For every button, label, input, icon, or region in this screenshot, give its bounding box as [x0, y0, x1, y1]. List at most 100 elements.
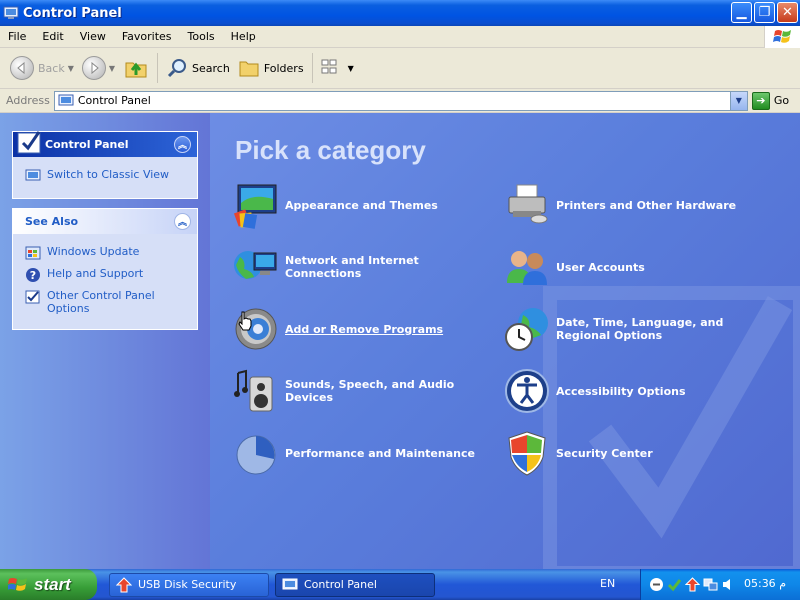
- see-also-title: See Also: [25, 215, 79, 228]
- taskbar-item-usb-disk-security[interactable]: USB Disk Security: [109, 572, 269, 597]
- restore-icon: ❐: [758, 5, 771, 20]
- menu-file[interactable]: File: [0, 30, 34, 43]
- toolbar: Back ▼ ▼ Search Folders ▼: [0, 48, 800, 89]
- printer-icon: [508, 184, 548, 224]
- category-label: Appearance and Themes: [285, 198, 438, 212]
- back-label: Back: [38, 61, 65, 75]
- control-panel-icon: [25, 169, 41, 181]
- taskbar-item-label: USB Disk Security: [138, 578, 237, 591]
- category-accessibility[interactable]: Accessibility Options: [503, 367, 766, 415]
- address-label: Address: [6, 94, 50, 107]
- views-button[interactable]: ▼: [317, 51, 358, 85]
- system-tray: 05:36 م: [640, 569, 800, 600]
- accessibility-icon: [505, 369, 549, 413]
- menu-edit[interactable]: Edit: [34, 30, 71, 43]
- category-performance-maintenance[interactable]: Performance and Maintenance: [232, 429, 495, 477]
- taskbar-item-label: Control Panel: [304, 578, 377, 591]
- category-user-accounts[interactable]: User Accounts: [503, 243, 766, 291]
- clock[interactable]: 05:36 م: [744, 577, 786, 590]
- up-folder-button[interactable]: [119, 51, 153, 85]
- menu-favorites[interactable]: Favorites: [114, 30, 180, 43]
- forward-arrow-icon: [81, 56, 106, 80]
- window-title: Control Panel: [23, 5, 122, 21]
- views-icon: [321, 59, 337, 74]
- address-input[interactable]: Control Panel ▼: [53, 90, 748, 111]
- tray-minus-icon[interactable]: [649, 577, 664, 592]
- category-label: Network and Internet Connections: [285, 254, 419, 280]
- go-arrow-icon: ➔: [751, 91, 770, 110]
- category-add-remove-programs[interactable]: Add or Remove Programs: [232, 305, 495, 353]
- go-button[interactable]: ➔ Go: [751, 91, 790, 110]
- address-dropdown-button[interactable]: ▼: [729, 91, 747, 110]
- windows-update-label: Windows Update: [47, 245, 140, 258]
- maximize-button[interactable]: ❐: [754, 2, 775, 23]
- menu-help[interactable]: Help: [223, 30, 264, 43]
- hand-cursor-icon: [238, 311, 252, 331]
- folders-label: Folders: [263, 61, 304, 75]
- user-accounts-icon: [507, 251, 547, 285]
- search-icon: [167, 59, 187, 78]
- close-button[interactable]: ✕: [777, 2, 798, 23]
- back-button[interactable]: Back ▼: [6, 51, 78, 85]
- menu-view[interactable]: View: [72, 30, 114, 43]
- dropdown-arrow-icon[interactable]: ▼: [109, 64, 115, 73]
- category-label: Security Center: [556, 446, 653, 460]
- category-date-time-language[interactable]: Date, Time, Language, and Regional Optio…: [503, 305, 766, 353]
- close-icon: ✕: [782, 5, 793, 20]
- other-control-panel-options-label: Other Control Panel Options: [47, 289, 155, 315]
- date-time-language-icon: [505, 308, 548, 351]
- usb-disk-security-icon: [116, 576, 132, 592]
- address-bar: Address Control Panel ▼ ➔ Go: [0, 89, 800, 113]
- toolbar-separator: [157, 53, 159, 83]
- up-folder-icon: [125, 62, 147, 78]
- see-also-header[interactable]: See Also ︽: [13, 209, 197, 234]
- category-appearance-themes[interactable]: Appearance and Themes: [232, 181, 495, 229]
- taskbar: start USB Disk Security Control Panel EN…: [0, 569, 800, 600]
- menu-bar: File Edit View Favorites Tools Help: [0, 26, 800, 48]
- windows-update-link[interactable]: Windows Update: [25, 245, 187, 261]
- category-label: Printers and Other Hardware: [556, 198, 737, 212]
- tray-usb-security-icon[interactable]: [685, 577, 700, 592]
- svg-text:?: ?: [30, 269, 36, 282]
- help-support-link[interactable]: ? Help and Support: [25, 267, 187, 283]
- tray-checkmark-icon[interactable]: [667, 577, 682, 592]
- security-shield-icon: [508, 431, 546, 476]
- folders-icon: [239, 61, 259, 77]
- search-label: Search: [192, 61, 230, 75]
- search-button[interactable]: Search: [162, 51, 234, 85]
- control-panel-box-title: Control Panel: [45, 138, 129, 151]
- other-control-panel-options-link[interactable]: Other Control Panel Options: [25, 289, 187, 315]
- go-label: Go: [773, 94, 790, 107]
- category-label: Performance and Maintenance: [285, 446, 475, 460]
- control-panel-icon: [58, 94, 74, 105]
- category-security-center[interactable]: Security Center: [503, 429, 766, 477]
- collapse-button[interactable]: ︽: [174, 136, 191, 153]
- back-arrow-icon: [10, 56, 34, 80]
- category-printers-hardware[interactable]: Printers and Other Hardware: [503, 181, 766, 229]
- control-panel-check-icon: [17, 131, 41, 154]
- help-support-label: Help and Support: [47, 267, 144, 280]
- control-panel-icon: [3, 6, 19, 19]
- folders-button[interactable]: Folders: [234, 51, 308, 85]
- category-network-internet[interactable]: Network and Internet Connections: [232, 243, 495, 291]
- forward-button[interactable]: ▼: [78, 51, 119, 85]
- language-indicator[interactable]: EN: [600, 577, 615, 590]
- tray-speaker-icon[interactable]: [721, 577, 736, 592]
- address-value: Control Panel: [77, 94, 151, 107]
- tray-network-icon[interactable]: [703, 577, 718, 592]
- taskbar-item-control-panel[interactable]: Control Panel: [275, 572, 435, 597]
- menu-tools[interactable]: Tools: [180, 30, 223, 43]
- windows-logo-icon: [764, 26, 800, 48]
- control-panel-box-header[interactable]: Control Panel ︽: [13, 131, 197, 157]
- dropdown-arrow-icon[interactable]: ▼: [68, 64, 74, 73]
- task-pane: Control Panel ︽ Switch to Classic View S…: [0, 113, 210, 569]
- switch-classic-view-link[interactable]: Switch to Classic View: [25, 168, 187, 184]
- start-label: start: [34, 574, 71, 594]
- category-sounds-speech-audio[interactable]: Sounds, Speech, and Audio Devices: [232, 367, 495, 415]
- minimize-button[interactable]: ▁: [731, 2, 752, 23]
- control-panel-icon: [282, 578, 298, 589]
- collapse-button[interactable]: ︽: [174, 213, 191, 230]
- start-button[interactable]: start: [0, 569, 97, 600]
- windows-update-icon: [25, 246, 41, 260]
- title-bar[interactable]: Control Panel ▁ ❐ ✕: [0, 0, 800, 26]
